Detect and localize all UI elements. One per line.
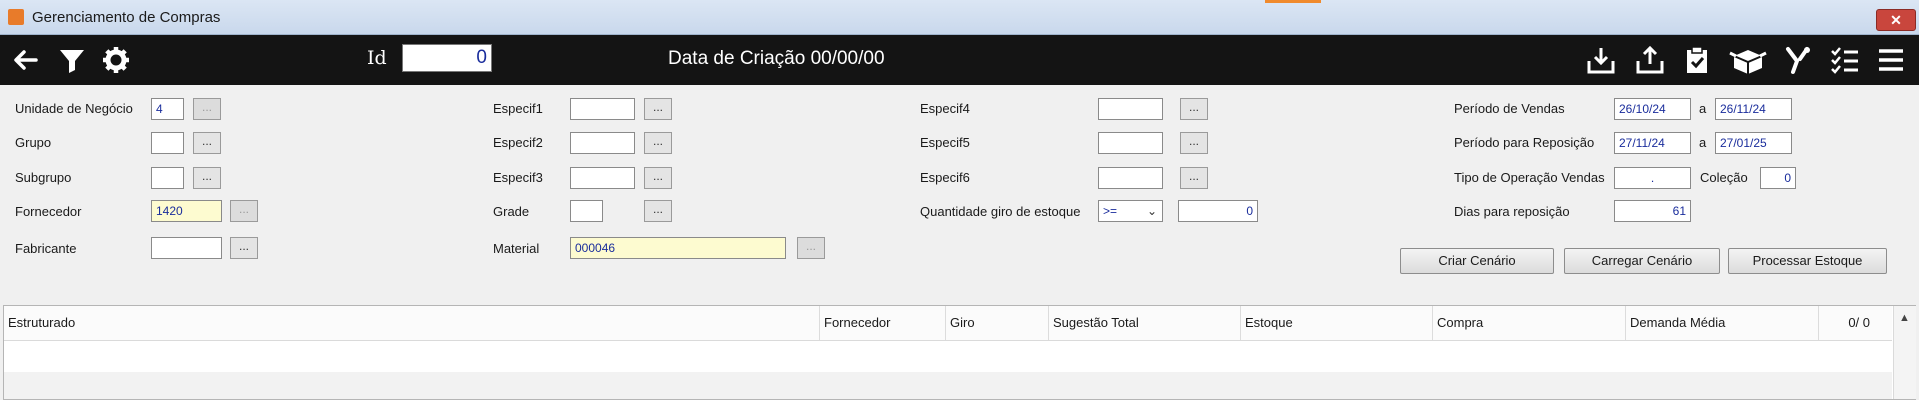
especif5-label: Especif5 [920, 135, 970, 150]
giro-operator-select[interactable]: >= ⌄ [1098, 200, 1163, 222]
subgrupo-input[interactable] [151, 167, 184, 189]
especif5-input[interactable] [1098, 132, 1163, 154]
especif3-label: Especif3 [493, 170, 543, 185]
app-icon [8, 9, 24, 25]
column-header-compra[interactable]: Compra [1433, 306, 1626, 340]
filter-icon[interactable] [57, 45, 87, 75]
especif6-label: Especif6 [920, 170, 970, 185]
especif2-label: Especif2 [493, 135, 543, 150]
subgrupo-label: Subgrupo [15, 170, 72, 185]
clipboard-icon[interactable] [1682, 45, 1712, 75]
material-label: Material [493, 241, 540, 256]
menu-icon[interactable] [1876, 45, 1906, 75]
dias-reposicao-label: Dias para reposição [1454, 204, 1570, 219]
dias-reposicao-input[interactable]: 61 [1614, 200, 1691, 222]
grupo-input[interactable] [151, 132, 184, 154]
especif5-lookup-button[interactable]: ... [1180, 132, 1208, 154]
grade-lookup-button[interactable]: ... [644, 200, 672, 222]
processar-estoque-button[interactable]: Processar Estoque [1728, 248, 1887, 274]
material-input[interactable]: 000046 [570, 237, 786, 259]
fabricante-input[interactable] [151, 237, 222, 259]
periodo-vendas-separator: a [1699, 101, 1707, 116]
especif1-input[interactable] [570, 98, 635, 120]
material-lookup-button[interactable]: ... [797, 237, 825, 259]
especif1-lookup-button[interactable]: ... [644, 98, 672, 120]
gear-icon[interactable] [101, 45, 131, 75]
fornecedor-label: Fornecedor [15, 204, 82, 219]
periodo-reposicao-from-input[interactable]: 27/11/24 [1614, 132, 1691, 154]
toolbar: Id 0 Data de Criação 00/00/00 [0, 35, 1919, 85]
grupo-lookup-button[interactable]: ... [193, 132, 221, 154]
especif4-label: Especif4 [920, 101, 970, 116]
colecao-input[interactable]: 0 [1760, 167, 1796, 189]
column-header-sugestao-total[interactable]: Sugestão Total [1049, 306, 1241, 340]
grid-body [4, 372, 1892, 399]
column-header-estruturado[interactable]: Estruturado [4, 306, 820, 340]
criar-cenario-button[interactable]: Criar Cenário [1400, 248, 1554, 274]
creation-date-label: Data de Criação 00/00/00 [668, 48, 885, 69]
unidade-lookup-button[interactable]: ... [193, 98, 221, 120]
especif3-input[interactable] [570, 167, 635, 189]
subgrupo-lookup-button[interactable]: ... [193, 167, 221, 189]
periodo-reposicao-label: Período para Reposição [1454, 135, 1595, 150]
unidade-input[interactable]: 4 [151, 98, 184, 120]
periodo-vendas-to-input[interactable]: 26/11/24 [1715, 98, 1792, 120]
especif2-lookup-button[interactable]: ... [644, 132, 672, 154]
column-header-demanda-media[interactable]: Demanda Média [1626, 306, 1819, 340]
tipo-operacao-label: Tipo de Operação Vendas [1454, 170, 1605, 185]
unidade-label: Unidade de Negócio [15, 101, 133, 116]
column-header-estoque[interactable]: Estoque [1241, 306, 1433, 340]
giro-operator-value: >= [1103, 204, 1118, 218]
especif4-input[interactable] [1098, 98, 1163, 120]
periodo-vendas-label: Período de Vendas [1454, 101, 1565, 116]
fornecedor-lookup-button[interactable]: ... [230, 200, 258, 222]
id-label: Id [367, 47, 387, 69]
column-header-giro[interactable]: Giro [946, 306, 1049, 340]
especif2-input[interactable] [570, 132, 635, 154]
id-input[interactable]: 0 [402, 44, 492, 72]
especif6-input[interactable] [1098, 167, 1163, 189]
especif6-lookup-button[interactable]: ... [1180, 167, 1208, 189]
scroll-up-icon[interactable]: ▲ [1899, 312, 1910, 324]
periodo-vendas-from-input[interactable]: 26/10/24 [1614, 98, 1691, 120]
especif1-label: Especif1 [493, 101, 543, 116]
tools-icon[interactable] [1782, 45, 1812, 75]
colecao-label: Coleção [1700, 170, 1748, 185]
checklist-icon[interactable] [1830, 45, 1860, 75]
grid-header: Estruturado Fornecedor Giro Sugestão Tot… [4, 306, 1892, 341]
carregar-cenario-button[interactable]: Carregar Cenário [1564, 248, 1720, 274]
title-accent [1265, 0, 1321, 3]
fabricante-lookup-button[interactable]: ... [230, 237, 258, 259]
back-arrow-icon[interactable] [10, 45, 40, 75]
window-title: Gerenciamento de Compras [32, 9, 221, 26]
periodo-reposicao-separator: a [1699, 135, 1707, 150]
close-button[interactable]: ✕ [1876, 9, 1916, 31]
download-icon[interactable] [1586, 45, 1616, 75]
fornecedor-input[interactable]: 1420 [151, 200, 222, 222]
title-bar [0, 0, 1919, 35]
giro-value-input[interactable]: 0 [1178, 200, 1258, 222]
grade-input[interactable] [570, 200, 603, 222]
fabricante-label: Fabricante [15, 241, 77, 256]
giro-label: Quantidade giro de estoque [920, 204, 1081, 219]
especif3-lookup-button[interactable]: ... [644, 167, 672, 189]
grupo-label: Grupo [15, 135, 52, 150]
periodo-reposicao-to-input[interactable]: 27/01/25 [1715, 132, 1792, 154]
tipo-operacao-input[interactable]: . [1614, 167, 1691, 189]
column-header-fornecedor[interactable]: Fornecedor [820, 306, 946, 340]
upload-icon[interactable] [1635, 45, 1665, 75]
row-counter: 0/ 0 [1848, 315, 1870, 330]
especif4-lookup-button[interactable]: ... [1180, 98, 1208, 120]
grade-label: Grade [493, 204, 530, 219]
box-icon[interactable] [1728, 45, 1768, 75]
chevron-down-icon: ⌄ [1146, 204, 1157, 218]
